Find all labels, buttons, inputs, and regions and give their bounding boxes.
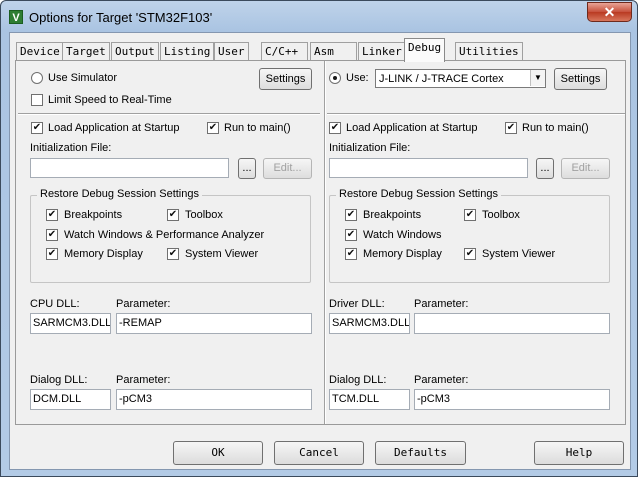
right-memory-checkbox[interactable]: ✔: [345, 248, 357, 260]
left-watch-checkbox[interactable]: ✔: [46, 229, 58, 241]
left-restore-group: Restore Debug Session Settings ✔ Breakpo…: [30, 188, 311, 283]
left-dialog-dll-input[interactable]: DCM.DLL: [30, 389, 111, 410]
left-toolbox-checkbox[interactable]: ✔: [167, 209, 179, 221]
cpu-dll-label: CPU DLL:: [30, 298, 80, 310]
tab-listing[interactable]: Listing: [160, 42, 215, 61]
help-button[interactable]: Help: [534, 441, 624, 465]
left-dialog-dll-label: Dialog DLL:: [30, 374, 88, 386]
right-load-app-checkbox[interactable]: ✔: [329, 122, 341, 134]
use-simulator-label: Use Simulator: [48, 72, 118, 84]
driver-param-input[interactable]: [414, 313, 610, 334]
tab-user[interactable]: User: [214, 42, 249, 61]
left-system-viewer-label: System Viewer: [185, 248, 259, 260]
cancel-button[interactable]: Cancel: [274, 441, 364, 465]
tab-debug[interactable]: Debug: [404, 38, 446, 62]
tab-linker[interactable]: Linker: [358, 42, 406, 61]
left-dialog-param-input[interactable]: -pCM3: [116, 389, 312, 410]
left-browse-button[interactable]: ...: [238, 158, 256, 179]
right-init-file-label: Initialization File:: [329, 142, 411, 154]
right-dialog-dll-input[interactable]: TCM.DLL: [329, 389, 410, 410]
tab-strip: Device Target Output Listing User C/C++ …: [10, 33, 630, 63]
driver-param-label: Parameter:: [414, 298, 469, 310]
left-run-to-main-label: Run to main(): [224, 122, 291, 134]
right-system-viewer-checkbox[interactable]: ✔: [464, 248, 476, 260]
left-run-to-main-checkbox[interactable]: ✔: [207, 122, 219, 134]
right-restore-group: Restore Debug Session Settings ✔ Breakpo…: [329, 188, 610, 283]
simulator-settings-button[interactable]: Settings: [259, 68, 312, 90]
cpu-param-label: Parameter:: [116, 298, 171, 310]
left-load-app-checkbox[interactable]: ✔: [31, 122, 43, 134]
ok-button[interactable]: OK: [173, 441, 263, 465]
use-simulator-radio[interactable]: [31, 72, 43, 84]
tab-asm[interactable]: Asm: [310, 42, 357, 61]
left-edit-button[interactable]: Edit...: [263, 158, 312, 179]
right-separator: [327, 113, 625, 115]
tab-output[interactable]: Output: [111, 42, 159, 61]
chevron-down-icon[interactable]: ▼: [530, 70, 545, 86]
options-dialog: V Options for Target 'STM32F103' ✕ Devic…: [0, 0, 638, 477]
left-breakpoints-label: Breakpoints: [64, 209, 123, 221]
right-load-app-label: Load Application at Startup: [346, 122, 478, 134]
right-dialog-param-input[interactable]: -pCM3: [414, 389, 610, 410]
right-edit-button[interactable]: Edit...: [561, 158, 610, 179]
right-browse-button[interactable]: ...: [536, 158, 554, 179]
keil-app-icon: V: [9, 10, 23, 24]
left-init-file-label: Initialization File:: [30, 142, 112, 154]
left-init-file-input[interactable]: [30, 158, 229, 178]
title-bar[interactable]: V Options for Target 'STM32F103' ✕: [1, 1, 637, 33]
right-watch-label: Watch Windows: [363, 229, 442, 241]
left-restore-group-title: Restore Debug Session Settings: [37, 188, 202, 200]
right-toolbox-checkbox[interactable]: ✔: [464, 209, 476, 221]
right-run-to-main-label: Run to main(): [522, 122, 589, 134]
left-dialog-param-label: Parameter:: [116, 374, 171, 386]
left-watch-label: Watch Windows & Performance Analyzer: [64, 229, 265, 241]
close-button[interactable]: ✕: [587, 2, 632, 22]
left-toolbox-label: Toolbox: [185, 209, 223, 221]
debugger-select-value: J-LINK / J-TRACE Cortex: [379, 73, 504, 85]
right-watch-checkbox[interactable]: ✔: [345, 229, 357, 241]
left-memory-checkbox[interactable]: ✔: [46, 248, 58, 260]
right-run-to-main-checkbox[interactable]: ✔: [505, 122, 517, 134]
left-load-app-label: Load Application at Startup: [48, 122, 180, 134]
dialog-client: Device Target Output Listing User C/C++ …: [9, 32, 631, 470]
window-title: Options for Target 'STM32F103': [29, 10, 213, 25]
left-separator: [18, 113, 320, 115]
limit-speed-checkbox[interactable]: [31, 94, 43, 106]
radio-selected-dot: [333, 76, 337, 80]
right-restore-group-title: Restore Debug Session Settings: [336, 188, 501, 200]
tab-target[interactable]: Target: [62, 42, 110, 61]
tab-utilities[interactable]: Utilities: [455, 42, 523, 61]
limit-speed-label: Limit Speed to Real-Time: [48, 94, 172, 106]
right-system-viewer-label: System Viewer: [482, 248, 556, 260]
tab-c-cpp[interactable]: C/C++: [261, 42, 308, 61]
right-toolbox-label: Toolbox: [482, 209, 520, 221]
debugger-settings-button[interactable]: Settings: [554, 68, 607, 90]
left-memory-label: Memory Display: [64, 248, 143, 260]
cpu-param-input[interactable]: -REMAP: [116, 313, 312, 334]
driver-dll-label: Driver DLL:: [329, 298, 385, 310]
use-label: Use:: [346, 72, 369, 84]
use-debugger-radio[interactable]: [329, 72, 341, 84]
right-dialog-param-label: Parameter:: [414, 374, 469, 386]
column-divider: [324, 61, 326, 424]
right-breakpoints-label: Breakpoints: [363, 209, 422, 221]
driver-dll-input[interactable]: SARMCM3.DLL: [329, 313, 410, 334]
right-init-file-input[interactable]: [329, 158, 528, 178]
right-dialog-dll-label: Dialog DLL:: [329, 374, 387, 386]
left-system-viewer-checkbox[interactable]: ✔: [167, 248, 179, 260]
cpu-dll-input[interactable]: SARMCM3.DLL: [30, 313, 111, 334]
right-memory-label: Memory Display: [363, 248, 442, 260]
right-breakpoints-checkbox[interactable]: ✔: [345, 209, 357, 221]
defaults-button[interactable]: Defaults: [375, 441, 466, 465]
debug-panel: Use Simulator Settings Limit Speed to Re…: [15, 60, 626, 425]
debugger-select[interactable]: J-LINK / J-TRACE Cortex ▼: [375, 69, 546, 88]
left-breakpoints-checkbox[interactable]: ✔: [46, 209, 58, 221]
tab-device[interactable]: Device: [16, 42, 64, 61]
